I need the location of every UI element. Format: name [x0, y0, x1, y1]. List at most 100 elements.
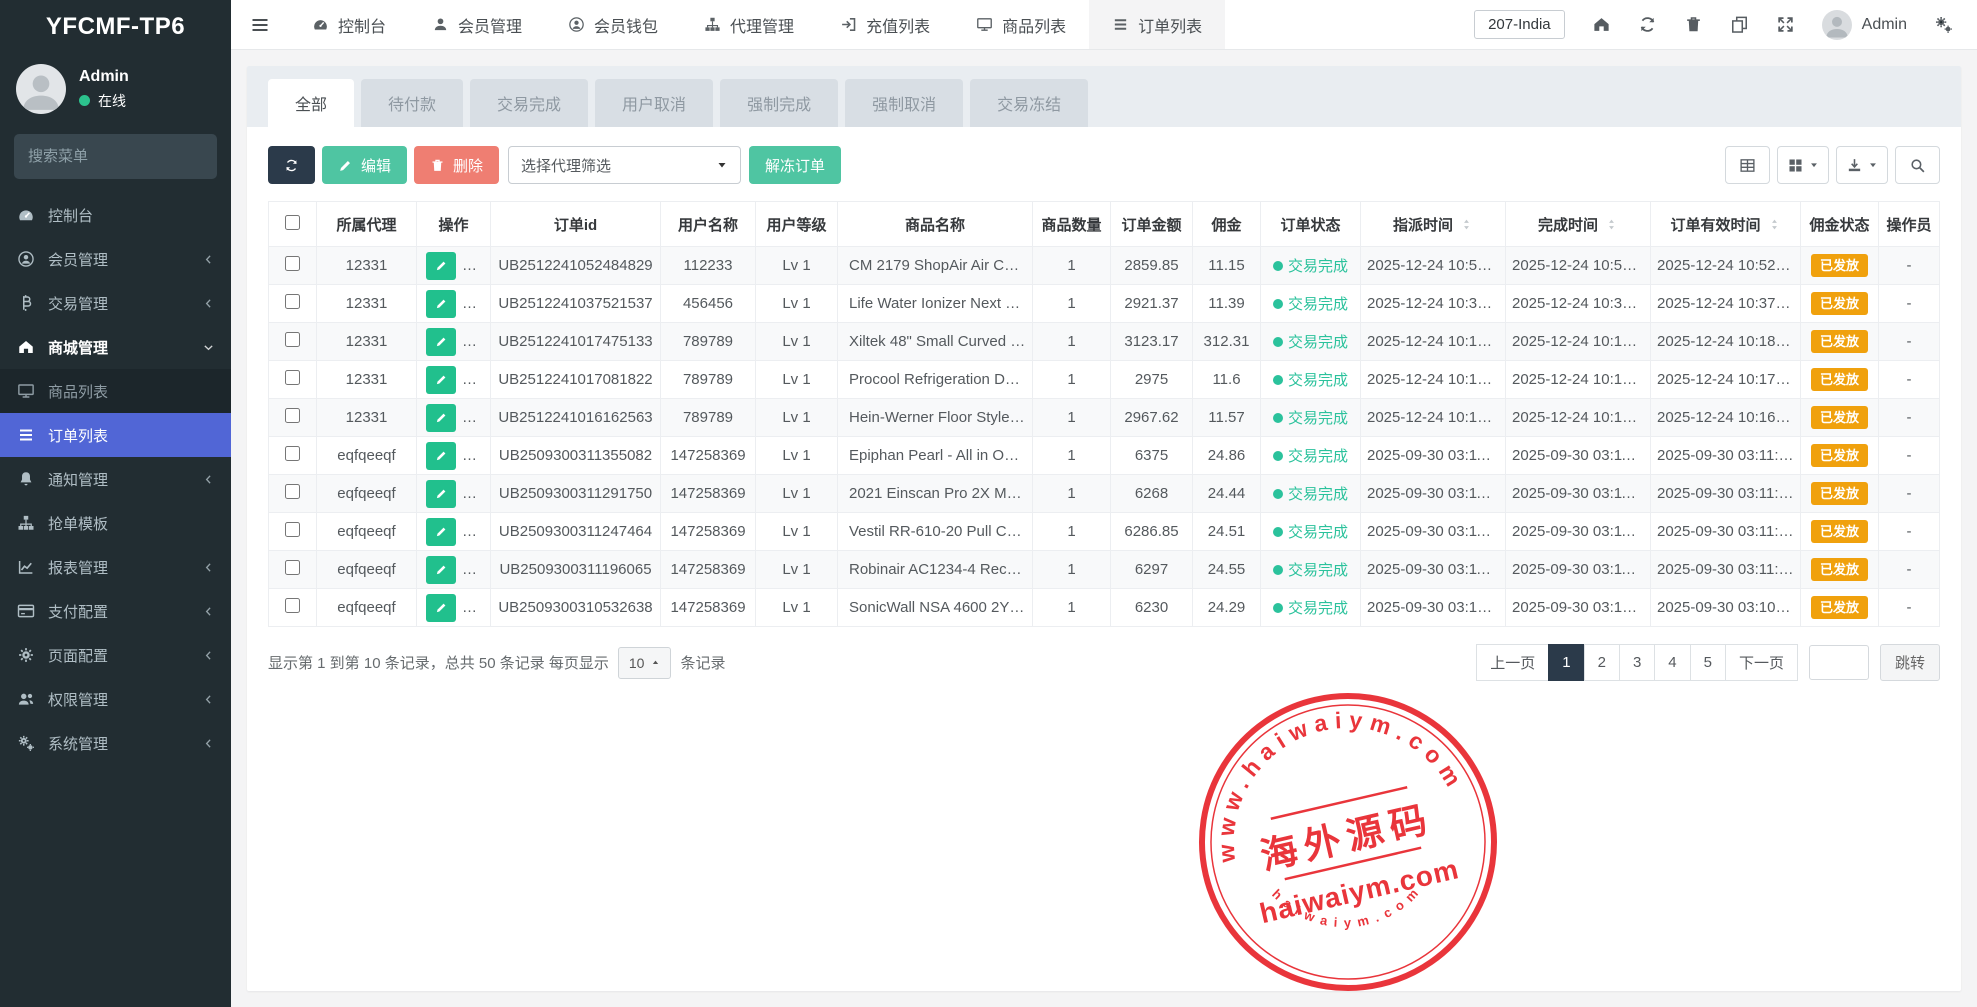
column-header[interactable]: 操作员 [1879, 202, 1940, 247]
tab-members[interactable]: 会员管理 [409, 0, 545, 49]
row-edit-button[interactable] [426, 480, 456, 508]
next-page-button[interactable]: 下一页 [1725, 644, 1798, 681]
row-edit-button[interactable] [426, 328, 456, 356]
sidebar-item-products[interactable]: 商品列表 [0, 369, 231, 413]
sidebar-item-payment[interactable]: 支付配置 [0, 589, 231, 633]
commission-cell: 11.6 [1193, 361, 1261, 399]
refresh-icon[interactable] [1638, 15, 1657, 34]
delete-button[interactable]: 删除 [414, 146, 499, 184]
refresh-button[interactable] [268, 146, 315, 184]
tab-wallet[interactable]: 会员钱包 [545, 0, 681, 49]
filter-tab[interactable]: 全部 [268, 79, 354, 127]
row-checkbox[interactable] [285, 484, 300, 499]
sidebar-item-reports[interactable]: 报表管理 [0, 545, 231, 589]
filter-tab[interactable]: 待付款 [361, 79, 463, 127]
amount-cell: 2975 [1111, 361, 1193, 399]
select-all-checkbox[interactable] [285, 215, 300, 230]
unfreeze-order-button[interactable]: 解冻订单 [749, 146, 841, 184]
page-jump-input[interactable] [1809, 645, 1869, 680]
clone-icon[interactable] [1730, 15, 1749, 34]
tab-recharge[interactable]: 充值列表 [817, 0, 953, 49]
region-selector[interactable]: 207-India [1474, 10, 1565, 39]
row-checkbox[interactable] [285, 522, 300, 537]
edit-button[interactable]: 编辑 [322, 146, 407, 184]
filter-tab[interactable]: 强制取消 [845, 79, 963, 127]
toggle-view-button[interactable] [1725, 146, 1770, 184]
page-button[interactable]: 5 [1690, 644, 1726, 681]
page-button[interactable]: 3 [1619, 644, 1655, 681]
page-button[interactable]: 2 [1584, 644, 1620, 681]
user-menu[interactable]: Admin [1822, 10, 1907, 40]
trash-icon[interactable] [1684, 15, 1703, 34]
row-checkbox[interactable] [285, 370, 300, 385]
row-checkbox[interactable] [285, 294, 300, 309]
row-edit-button[interactable] [426, 252, 456, 280]
row-checkbox[interactable] [285, 598, 300, 613]
export-button[interactable] [1836, 146, 1888, 184]
page-button[interactable]: 1 [1548, 644, 1584, 681]
row-edit-button[interactable] [426, 594, 456, 622]
sidebar-item-members[interactable]: 会员管理 [0, 237, 231, 281]
column-header[interactable]: 订单有效时间 [1651, 202, 1801, 247]
column-header[interactable]: 商品名称 [838, 202, 1033, 247]
home-icon[interactable] [1592, 15, 1611, 34]
column-header[interactable]: 订单金额 [1111, 202, 1193, 247]
column-header[interactable]: 订单id [491, 202, 661, 247]
sidebar-item-system[interactable]: 系统管理 [0, 721, 231, 765]
column-header[interactable]: 完成时间 [1506, 202, 1651, 247]
page-button[interactable]: 4 [1654, 644, 1690, 681]
sidebar-toggle-button[interactable] [231, 0, 289, 49]
row-checkbox[interactable] [285, 256, 300, 271]
sidebar-item-pageconf[interactable]: 页面配置 [0, 633, 231, 677]
row-edit-button[interactable] [426, 366, 456, 394]
page-jump-button[interactable]: 跳转 [1880, 644, 1940, 681]
sidebar-item-dashboard[interactable]: 控制台 [0, 193, 231, 237]
filter-tab[interactable]: 交易完成 [470, 79, 588, 127]
page-size-select[interactable]: 10 [618, 647, 672, 679]
agent-cell: eqfqeeqf [317, 513, 417, 551]
sidebar-item-trade[interactable]: 交易管理 [0, 281, 231, 325]
filter-tab[interactable]: 强制完成 [720, 79, 838, 127]
column-header[interactable]: 佣金 [1193, 202, 1261, 247]
column-header[interactable]: 商品数量 [1033, 202, 1111, 247]
filter-tab[interactable]: 用户取消 [595, 79, 713, 127]
commission-status-cell: 已发放 [1801, 399, 1879, 437]
row-edit-button[interactable] [426, 518, 456, 546]
column-header[interactable]: 订单状态 [1261, 202, 1361, 247]
tab-orders[interactable]: 订单列表 [1089, 0, 1225, 49]
settings-cogs-icon[interactable] [1934, 15, 1953, 34]
row-edit-button[interactable] [426, 290, 456, 318]
search-button[interactable] [1895, 146, 1940, 184]
row-checkbox[interactable] [285, 332, 300, 347]
column-header[interactable]: 用户名称 [661, 202, 756, 247]
row-edit-button[interactable] [426, 442, 456, 470]
sidebar-item-templates[interactable]: 抢单模板 [0, 501, 231, 545]
sidebar-item-mall[interactable]: 商城管理 [0, 325, 231, 369]
column-header[interactable]: 佣金状态 [1801, 202, 1879, 247]
columns-button[interactable] [1777, 146, 1829, 184]
fullscreen-icon[interactable] [1776, 15, 1795, 34]
column-header[interactable]: 指派时间 [1361, 202, 1506, 247]
sidebar-item-notify[interactable]: 通知管理 [0, 457, 231, 501]
tab-dashboard[interactable]: 控制台 [289, 0, 409, 49]
row-edit-button[interactable] [426, 556, 456, 584]
row-checkbox[interactable] [285, 408, 300, 423]
row-edit-button[interactable] [426, 404, 456, 432]
menu-search-input[interactable] [28, 148, 227, 165]
status-badge: 已发放 [1811, 520, 1868, 543]
pagination-info: 显示第 1 到第 10 条记录，总共 50 条记录 每页显示 [268, 652, 609, 673]
column-header[interactable]: 用户等级 [756, 202, 838, 247]
prev-page-button[interactable]: 上一页 [1476, 644, 1549, 681]
agent-filter-select[interactable]: 选择代理筛选 [508, 146, 741, 184]
sidebar-item-orders[interactable]: 订单列表 [0, 413, 231, 457]
column-header[interactable]: 所属代理 [317, 202, 417, 247]
tab-products[interactable]: 商品列表 [953, 0, 1089, 49]
filter-tab[interactable]: 交易冻结 [970, 79, 1088, 127]
sidebar-item-permission[interactable]: 权限管理 [0, 677, 231, 721]
status-dot-icon [1273, 299, 1283, 309]
level-cell: Lv 1 [756, 589, 838, 627]
row-checkbox[interactable] [285, 446, 300, 461]
column-header[interactable]: 操作 [417, 202, 491, 247]
tab-agents[interactable]: 代理管理 [681, 0, 817, 49]
row-checkbox[interactable] [285, 560, 300, 575]
